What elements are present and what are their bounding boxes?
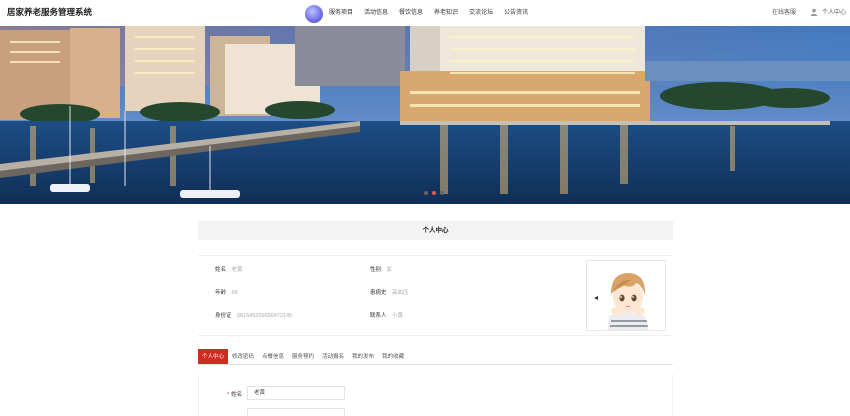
nav-item-services[interactable]: 服务项目 [329, 7, 353, 16]
profile-id-value: 661545259656472145 [237, 313, 293, 319]
profile-id: 身份证 661545259656472145 [215, 311, 292, 319]
profile-age-label: 年龄 [215, 290, 227, 296]
tab-my-favorites[interactable]: 我的收藏 [378, 349, 408, 364]
nav-item-dining[interactable]: 餐饮信息 [399, 7, 423, 16]
profile-age: 年龄 68 [215, 288, 238, 296]
next-input[interactable] [247, 408, 345, 416]
profile-name-value: 老黄 [231, 267, 243, 273]
profile-contact: 联系人 小黄 [370, 311, 403, 319]
profile-contact-label: 联系人 [370, 313, 387, 319]
banner-image [0, 26, 850, 204]
nav-item-announcements[interactable]: 公告资讯 [504, 7, 528, 16]
online-consult-link[interactable]: 在线客服 [772, 7, 796, 16]
tab-meal-orders[interactable]: 点餐信息 [258, 349, 288, 364]
form-name-label: * 姓名 [227, 390, 242, 398]
profile-gender-value: 女 [386, 267, 393, 273]
carousel-dot-3[interactable] [440, 191, 444, 195]
tab-event-signup[interactable]: 活动报名 [318, 349, 348, 364]
profile-name: 姓名 老黄 [215, 265, 243, 273]
nav-item-activities[interactable]: 活动信息 [364, 7, 388, 16]
carousel-dot-2[interactable] [432, 191, 436, 195]
profile-tabs: 个人中心 修改密码 点餐信息 服务预约 活动报名 我的发布 我的收藏 [198, 349, 673, 365]
profile-history-label: 患病史 [370, 290, 387, 296]
carousel-dots [424, 191, 444, 195]
form-name-label-text: 姓名 [231, 392, 243, 398]
profile-history: 患病史 高血压 [370, 288, 409, 296]
logo-icon [305, 5, 323, 23]
profile-gender-label: 性别 [370, 267, 382, 273]
top-right-links: 在线客服 个人中心 [772, 7, 846, 16]
nav-item-forum[interactable]: 交流论坛 [469, 7, 493, 16]
avatar[interactable] [586, 260, 666, 331]
user-center-link[interactable]: 个人中心 [822, 7, 846, 16]
profile-name-label: 姓名 [215, 267, 227, 273]
tab-change-password[interactable]: 修改密码 [228, 349, 258, 364]
profile-id-label: 身份证 [215, 313, 232, 319]
user-icon[interactable] [810, 8, 818, 16]
main-nav: 服务项目 活动信息 餐饮信息 养老知识 交流论坛 公告资讯 [329, 7, 539, 16]
banner-carousel[interactable] [0, 26, 850, 204]
page-title: 个人中心 [198, 221, 673, 240]
name-input[interactable]: 老黄 [247, 386, 345, 400]
nav-item-knowledge[interactable]: 养老知识 [434, 7, 458, 16]
profile-gender: 性别 女 [370, 265, 392, 273]
profile-form: * 姓名 老黄 [198, 374, 673, 416]
profile-history-value: 高血压 [392, 290, 409, 296]
profile-contact-value: 小黄 [392, 313, 404, 319]
site-title: 居家养老服务管理系统 [7, 7, 93, 17]
tab-service-booking[interactable]: 服务预约 [288, 349, 318, 364]
tab-profile[interactable]: 个人中心 [198, 349, 229, 364]
carousel-dot-1[interactable] [424, 191, 428, 195]
top-bar: 居家养老服务管理系统 服务项目 活动信息 餐饮信息 养老知识 交流论坛 公告资讯… [0, 0, 850, 26]
profile-age-value: 68 [231, 290, 238, 296]
required-mark: * [227, 392, 230, 398]
tab-my-posts[interactable]: 我的发布 [348, 349, 378, 364]
